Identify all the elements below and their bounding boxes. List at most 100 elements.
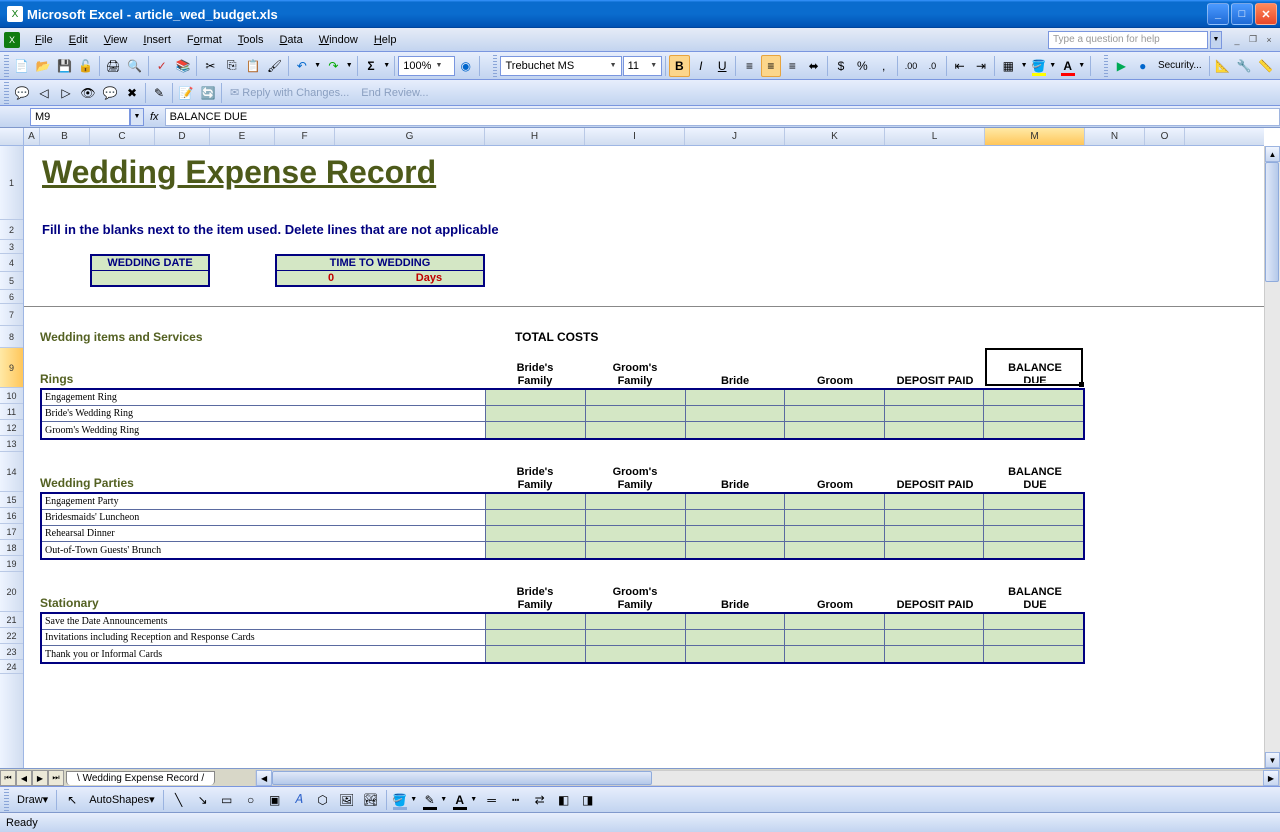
autosum-dropdown[interactable]: ▼ [382, 62, 391, 69]
increase-decimal-icon[interactable]: .00 [901, 55, 921, 77]
value-cell[interactable] [685, 542, 785, 558]
value-cell[interactable] [585, 494, 685, 509]
col-header-M[interactable]: M [985, 128, 1085, 145]
font-size-combo[interactable]: 11▼ [623, 56, 663, 76]
col-header-N[interactable]: N [1085, 128, 1145, 145]
zoom-combo[interactable]: 100%▼ [398, 56, 454, 76]
select-all-corner[interactable] [0, 128, 24, 145]
row-header-2[interactable]: 2 [0, 220, 23, 240]
col-header-J[interactable]: J [685, 128, 785, 145]
open-icon[interactable]: 📂 [33, 55, 53, 77]
value-cell[interactable] [585, 646, 685, 662]
value-cell[interactable] [983, 406, 1083, 421]
value-cell[interactable] [685, 406, 785, 421]
value-cell[interactable] [585, 406, 685, 421]
value-cell[interactable] [485, 526, 585, 541]
cell-grid[interactable]: Wedding Expense RecordFill in the blanks… [24, 146, 1264, 768]
fx-icon[interactable]: fx [150, 111, 159, 123]
row-header-21[interactable]: 21 [0, 612, 23, 628]
menu-format[interactable]: Format [180, 32, 229, 48]
value-cell[interactable] [485, 510, 585, 525]
new-comment-icon[interactable]: 💬 [11, 82, 33, 104]
table-row[interactable]: Bridesmaids' Luncheon [42, 510, 1083, 526]
hscroll-thumb[interactable] [272, 771, 652, 785]
value-cell[interactable] [685, 494, 785, 509]
col-header-D[interactable]: D [155, 128, 210, 145]
decrease-decimal-icon[interactable]: .0 [922, 55, 942, 77]
maximize-button[interactable]: □ [1231, 3, 1253, 25]
help-search-dropdown[interactable]: ▼ [1210, 31, 1222, 49]
value-cell[interactable] [585, 614, 685, 629]
row-header-9[interactable]: 9 [0, 348, 23, 388]
underline-icon[interactable]: U [712, 55, 732, 77]
redo-icon[interactable]: ↷ [323, 55, 343, 77]
toolbar-grip-4[interactable] [4, 82, 9, 104]
undo-dropdown[interactable]: ▼ [313, 62, 322, 69]
borders-icon[interactable]: ▦ [998, 55, 1018, 77]
formula-input[interactable]: BALANCE DUE [165, 108, 1280, 126]
table-row[interactable]: Rehearsal Dinner [42, 526, 1083, 542]
table-row[interactable]: Out-of-Town Guests' Brunch [42, 542, 1083, 558]
value-cell[interactable] [884, 390, 984, 405]
value-cell[interactable] [685, 526, 785, 541]
value-cell[interactable] [485, 406, 585, 421]
item-cell[interactable]: Rehearsal Dinner [42, 526, 485, 541]
update-file-icon[interactable]: 🔄 [197, 82, 219, 104]
col-header-K[interactable]: K [785, 128, 885, 145]
menu-window[interactable]: Window [312, 32, 365, 48]
minimize-button[interactable]: _ [1207, 3, 1229, 25]
increase-indent-icon[interactable]: ⇥ [971, 55, 991, 77]
item-cell[interactable]: Out-of-Town Guests' Brunch [42, 542, 485, 558]
row-header-17[interactable]: 17 [0, 524, 23, 540]
table-row[interactable]: Engagement Ring [42, 390, 1083, 406]
col-header-G[interactable]: G [335, 128, 485, 145]
design-mode-icon[interactable]: 📏 [1255, 55, 1275, 77]
menu-file[interactable]: File [28, 32, 60, 48]
align-left-icon[interactable]: ≡ [739, 55, 759, 77]
menu-edit[interactable]: Edit [62, 32, 95, 48]
permission-icon[interactable]: 🔓 [76, 55, 96, 77]
toolbar-grip-2[interactable] [493, 55, 498, 77]
menu-insert[interactable]: Insert [136, 32, 178, 48]
tab-first-icon[interactable]: ⏮ [0, 770, 16, 786]
value-cell[interactable] [884, 406, 984, 421]
value-cell[interactable] [485, 494, 585, 509]
vba-icon[interactable]: 📐 [1213, 55, 1233, 77]
value-cell[interactable] [485, 390, 585, 405]
redo-dropdown[interactable]: ▼ [345, 62, 354, 69]
print-icon[interactable]: 🖨 [103, 55, 123, 77]
value-cell[interactable] [884, 510, 984, 525]
row-header-5[interactable]: 5 [0, 272, 23, 290]
research-icon[interactable]: 📚 [173, 55, 193, 77]
value-cell[interactable] [784, 646, 884, 662]
value-cell[interactable] [983, 494, 1083, 509]
col-header-B[interactable]: B [40, 128, 90, 145]
scroll-left-icon[interactable]: ◀ [256, 770, 272, 786]
value-cell[interactable] [485, 422, 585, 438]
value-cell[interactable] [983, 510, 1083, 525]
delete-comment-icon[interactable]: ✖ [121, 82, 143, 104]
value-cell[interactable] [784, 390, 884, 405]
value-cell[interactable] [485, 614, 585, 629]
col-header-E[interactable]: E [210, 128, 275, 145]
row-header-22[interactable]: 22 [0, 628, 23, 644]
value-cell[interactable] [685, 630, 785, 645]
toolbar-grip-3[interactable] [1104, 55, 1109, 77]
font-color-icon[interactable]: A [1059, 55, 1077, 77]
row-header-12[interactable]: 12 [0, 420, 23, 436]
workbook-close[interactable]: × [1262, 33, 1276, 47]
item-cell[interactable]: Bridesmaids' Luncheon [42, 510, 485, 525]
security-icon[interactable]: Security... [1154, 55, 1206, 77]
sheet-tab-active[interactable]: \ Wedding Expense Record / [66, 771, 215, 785]
value-cell[interactable] [685, 646, 785, 662]
table-row[interactable]: Invitations including Reception and Resp… [42, 630, 1083, 646]
data-table[interactable]: Save the Date AnnouncementsInvitations i… [40, 612, 1085, 664]
menu-data[interactable]: Data [272, 32, 309, 48]
toolbox-icon[interactable]: 🔧 [1234, 55, 1254, 77]
row-header-14[interactable]: 14 [0, 452, 23, 492]
row-header-3[interactable]: 3 [0, 240, 23, 254]
row-header-20[interactable]: 20 [0, 572, 23, 612]
name-box[interactable]: M9 [30, 108, 130, 126]
scroll-down-icon[interactable]: ▼ [1265, 752, 1280, 768]
show-comment-icon[interactable]: 👁 [77, 82, 99, 104]
